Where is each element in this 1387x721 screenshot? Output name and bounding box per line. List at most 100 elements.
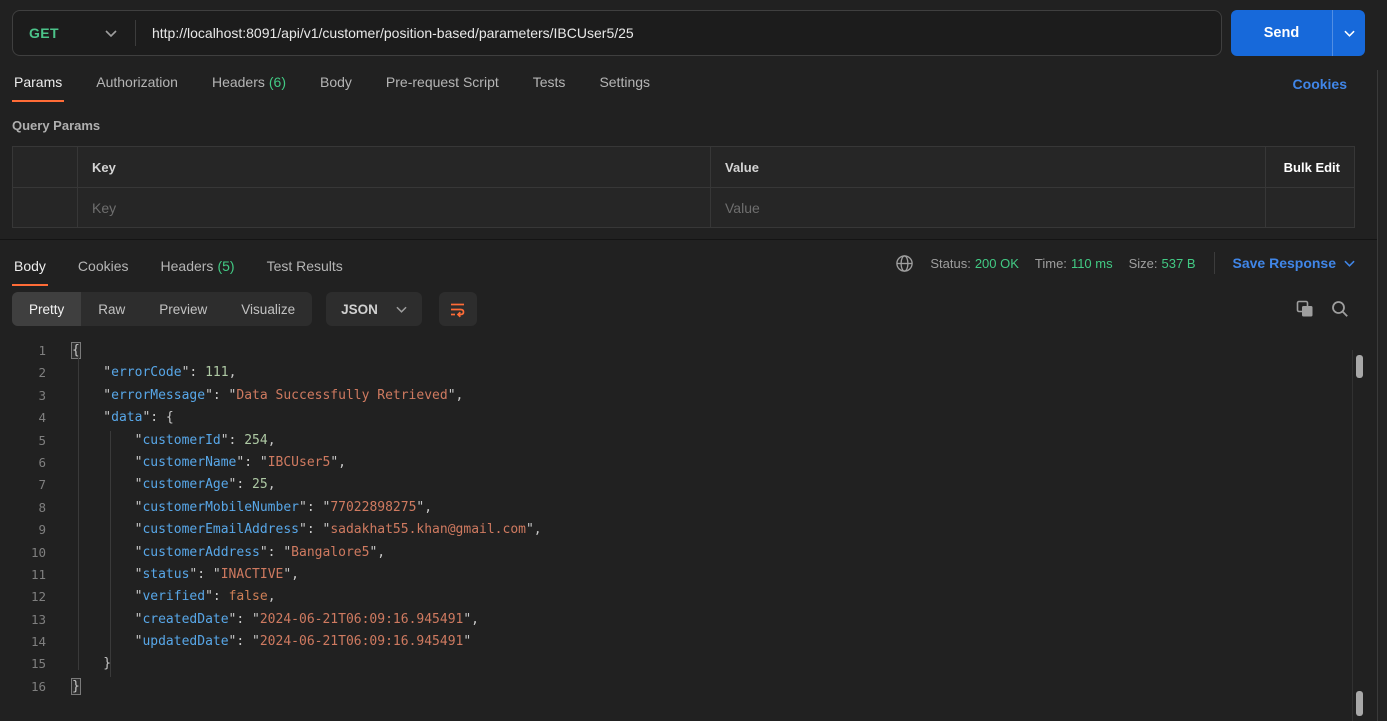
code-line: 5 "customerId": 254,	[0, 430, 1377, 452]
code-text: "customerName": "IBCUser5",	[72, 454, 346, 470]
code-text: "customerAddress": "Bangalore5",	[72, 544, 386, 560]
url-input[interactable]: http://localhost:8091/api/v1/customer/po…	[136, 25, 650, 41]
tab-params[interactable]: Params	[12, 68, 65, 102]
code-line: 7 "customerAge": 25,	[0, 474, 1377, 496]
line-number: 1	[38, 343, 46, 358]
scrollbar-track	[1352, 350, 1353, 721]
line-number: 12	[30, 589, 46, 605]
tab-count: (5)	[217, 258, 235, 274]
save-response-button[interactable]: Save Response	[1233, 255, 1356, 271]
tab-headers[interactable]: Headers (6)	[210, 68, 288, 102]
response-section: Body Cookies Headers (5) Test Results Sta…	[0, 239, 1377, 698]
query-params-title: Query Params	[12, 118, 101, 133]
tab-label: Authorization	[96, 74, 178, 90]
code-line: 6 "customerName": "IBCUser5",	[0, 452, 1377, 474]
line-number: 8	[38, 499, 46, 515]
tab-pre-request-script[interactable]: Pre-request Script	[384, 68, 501, 102]
response-meta: Status: 200 OK Time: 110 ms Size: 537 B Sav…	[895, 252, 1355, 286]
view-tab-raw[interactable]: Raw	[81, 292, 142, 326]
save-response-label: Save Response	[1232, 255, 1337, 271]
param-key-input[interactable]	[92, 199, 696, 216]
format-dropdown[interactable]: JSON	[326, 292, 422, 326]
param-value-input[interactable]	[725, 199, 1251, 216]
tab-label: Body	[14, 258, 46, 274]
code-line: 4 "data": {	[0, 407, 1377, 429]
response-tab-test-results[interactable]: Test Results	[265, 252, 345, 286]
wrap-text-icon	[448, 300, 467, 319]
line-number: 13	[30, 611, 46, 627]
search-response-button[interactable]	[1331, 300, 1349, 318]
line-number: 10	[30, 544, 46, 560]
wrap-lines-button[interactable]	[438, 292, 477, 326]
code-text: "createdDate": "2024-06-21T06:09:16.9454…	[72, 611, 480, 627]
cookies-link[interactable]: Cookies	[1293, 76, 1347, 102]
table-header-row: Key Value Bulk Edit	[13, 147, 1354, 187]
method-label: GET	[29, 25, 59, 41]
tab-count: (6)	[268, 74, 286, 90]
tab-settings[interactable]: Settings	[597, 68, 652, 102]
response-tab-cookies[interactable]: Cookies	[76, 252, 131, 286]
code-text: "status": "INACTIVE",	[72, 566, 300, 582]
code-text: "customerMobileNumber": "77022898275",	[72, 499, 433, 515]
code-text: "verified": false,	[72, 589, 276, 605]
tab-label: Body	[320, 74, 352, 90]
copy-response-button[interactable]	[1296, 300, 1314, 318]
tab-label: Settings	[599, 74, 651, 90]
tab-tests[interactable]: Tests	[531, 68, 568, 102]
code-line: 16}	[0, 676, 1377, 698]
line-number: 6	[38, 454, 46, 470]
key-column-header: Key	[78, 147, 711, 187]
code-line: 3 "errorMessage": "Data Successfully Ret…	[0, 385, 1377, 407]
method-selector[interactable]: GET	[13, 25, 135, 41]
value-column-header: Value	[711, 147, 1266, 187]
line-number: 16	[30, 678, 46, 694]
code-line: 1{	[0, 340, 1377, 362]
send-options-caret[interactable]	[1332, 10, 1365, 56]
tab-label: Headers	[211, 74, 265, 90]
code-scrollbar-thumb[interactable]	[1356, 355, 1363, 378]
code-lines: 1{2 "errorCode": 111, 3 "errorMessage": "…	[0, 340, 1377, 698]
status-badge: Status: 200 OK	[930, 255, 1019, 271]
tab-authorization[interactable]: Authorization	[94, 68, 180, 102]
right-sidebar-edge	[1377, 70, 1387, 721]
line-number: 5	[38, 432, 46, 448]
line-number: 11	[30, 566, 46, 582]
code-text: "customerAge": 25,	[72, 477, 276, 493]
tab-label: Cookies	[77, 258, 129, 274]
response-tab-body[interactable]: Body	[12, 252, 48, 286]
tab-label: Tests	[532, 74, 566, 90]
code-line: 13 "createdDate": "2024-06-21T06:09:16.9…	[0, 609, 1377, 631]
response-tab-headers[interactable]: Headers (5)	[159, 252, 237, 286]
chevron-down-icon	[1344, 260, 1355, 267]
send-button[interactable]: Send	[1231, 10, 1365, 56]
row-select-header-cell	[13, 147, 78, 187]
row-select-cell[interactable]	[13, 188, 78, 227]
view-tab-visualize[interactable]: Visualize	[224, 292, 312, 326]
code-text: "errorMessage": "Data Successfully Retri…	[72, 387, 464, 403]
tab-label: Params	[14, 74, 63, 90]
copy-icon	[1296, 300, 1313, 317]
line-number: 2	[38, 365, 46, 381]
request-bar: GET http://localhost:8091/api/v1/custome…	[0, 0, 1377, 66]
line-number: 7	[38, 477, 46, 493]
code-line: 8 "customerMobileNumber": "77022898275",	[0, 497, 1377, 519]
code-text: "customerEmailAddress": "sadakhat55.khan…	[72, 522, 542, 538]
send-button-label[interactable]: Send	[1231, 10, 1332, 56]
bulk-edit-button[interactable]: Bulk Edit	[1284, 160, 1340, 175]
chevron-down-icon	[396, 306, 407, 313]
tab-label: Test Results	[266, 258, 343, 274]
response-viewer-toolbar: Pretty Raw Preview Visualize JSON	[12, 292, 1365, 326]
chevron-down-icon	[105, 29, 117, 37]
response-header: Body Cookies Headers (5) Test Results Sta…	[0, 240, 1377, 286]
view-tab-pretty[interactable]: Pretty	[12, 292, 82, 326]
request-response-panel: GET http://localhost:8091/api/v1/custome…	[0, 0, 1377, 721]
panel-scrollbar-thumb[interactable]	[1356, 691, 1363, 716]
line-number: 3	[38, 387, 46, 403]
size-badge: Size: 537 B	[1128, 255, 1196, 271]
chevron-down-icon	[1343, 30, 1355, 37]
code-text: "updatedDate": "2024-06-21T06:09:16.9454…	[72, 634, 472, 650]
network-globe-icon[interactable]	[895, 254, 914, 273]
tab-body[interactable]: Body	[318, 68, 354, 102]
view-tab-preview[interactable]: Preview	[142, 292, 224, 326]
response-body-code[interactable]: 1{2 "errorCode": 111, 3 "errorMessage": "…	[0, 335, 1377, 698]
